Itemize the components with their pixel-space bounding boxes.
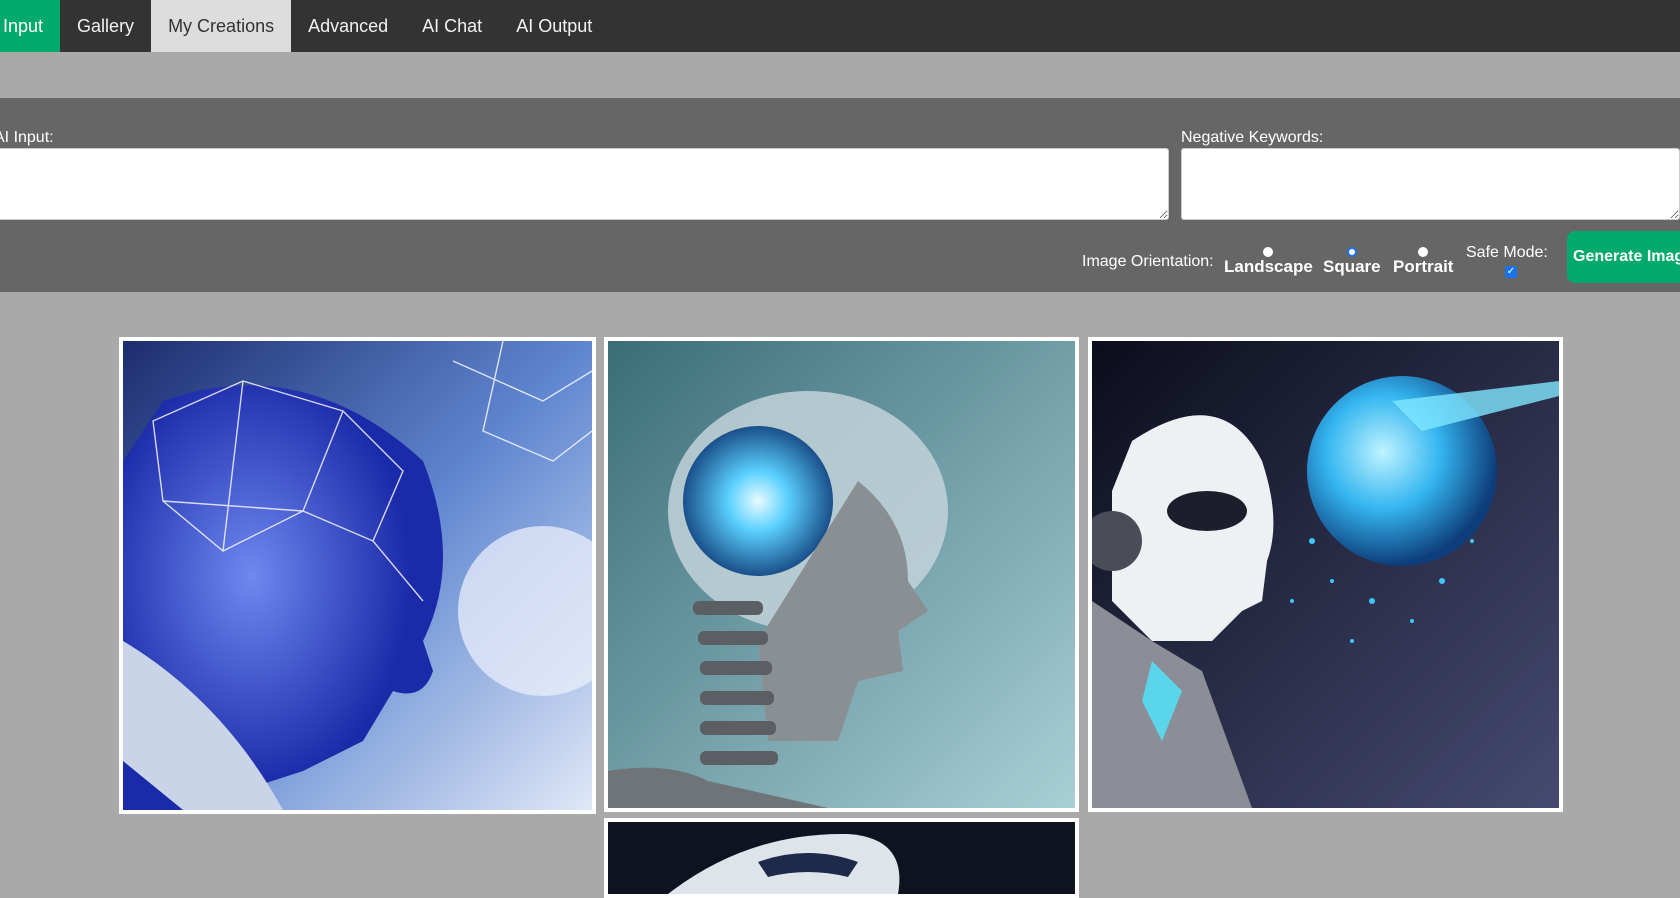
square-radio[interactable] xyxy=(1346,247,1357,257)
tab-input[interactable]: Input xyxy=(0,0,61,52)
tab-ai-chat[interactable]: AI Chat xyxy=(405,0,499,52)
top-nav: Input Gallery My Creations Advanced AI C… xyxy=(0,0,1680,52)
negative-keywords-field[interactable] xyxy=(1181,148,1680,220)
robot-head-image xyxy=(608,822,1075,894)
generate-image-button[interactable]: Generate Image xyxy=(1567,231,1680,283)
safe-mode-label: Safe Mode: xyxy=(1466,244,1548,261)
image-orientation-label: Image Orientation: xyxy=(1082,253,1214,270)
portrait-label: Portrait xyxy=(1393,257,1454,276)
safe-mode-checkbox[interactable]: ✓ xyxy=(1505,266,1517,278)
gallery-image-1[interactable] xyxy=(119,337,596,814)
orientation-square-option[interactable]: Square xyxy=(1323,247,1381,277)
tab-gallery[interactable]: Gallery xyxy=(60,0,151,52)
gallery-image-3[interactable] xyxy=(1088,337,1563,812)
ai-input-field[interactable] xyxy=(0,148,1169,220)
orientation-portrait-option[interactable]: Portrait xyxy=(1393,247,1453,277)
gallery-image-4[interactable] xyxy=(604,818,1079,898)
orientation-landscape-option[interactable]: Landscape xyxy=(1224,247,1313,277)
white-android-face-sphere-image xyxy=(1092,341,1559,808)
gallery-image-2[interactable] xyxy=(604,337,1079,812)
tab-ai-output[interactable]: AI Output xyxy=(499,0,609,52)
tab-advanced[interactable]: Advanced xyxy=(291,0,405,52)
landscape-label: Landscape xyxy=(1224,257,1313,276)
glowing-brain-robot-head-image xyxy=(608,341,1075,808)
neural-network-robot-head-image xyxy=(123,341,592,810)
negative-keywords-label: Negative Keywords: xyxy=(1181,129,1324,146)
tab-my-creations[interactable]: My Creations xyxy=(151,0,292,52)
ai-input-label: AI Input: xyxy=(0,129,54,146)
portrait-radio[interactable] xyxy=(1418,247,1429,257)
landscape-radio[interactable] xyxy=(1263,247,1274,257)
square-label: Square xyxy=(1323,257,1381,276)
